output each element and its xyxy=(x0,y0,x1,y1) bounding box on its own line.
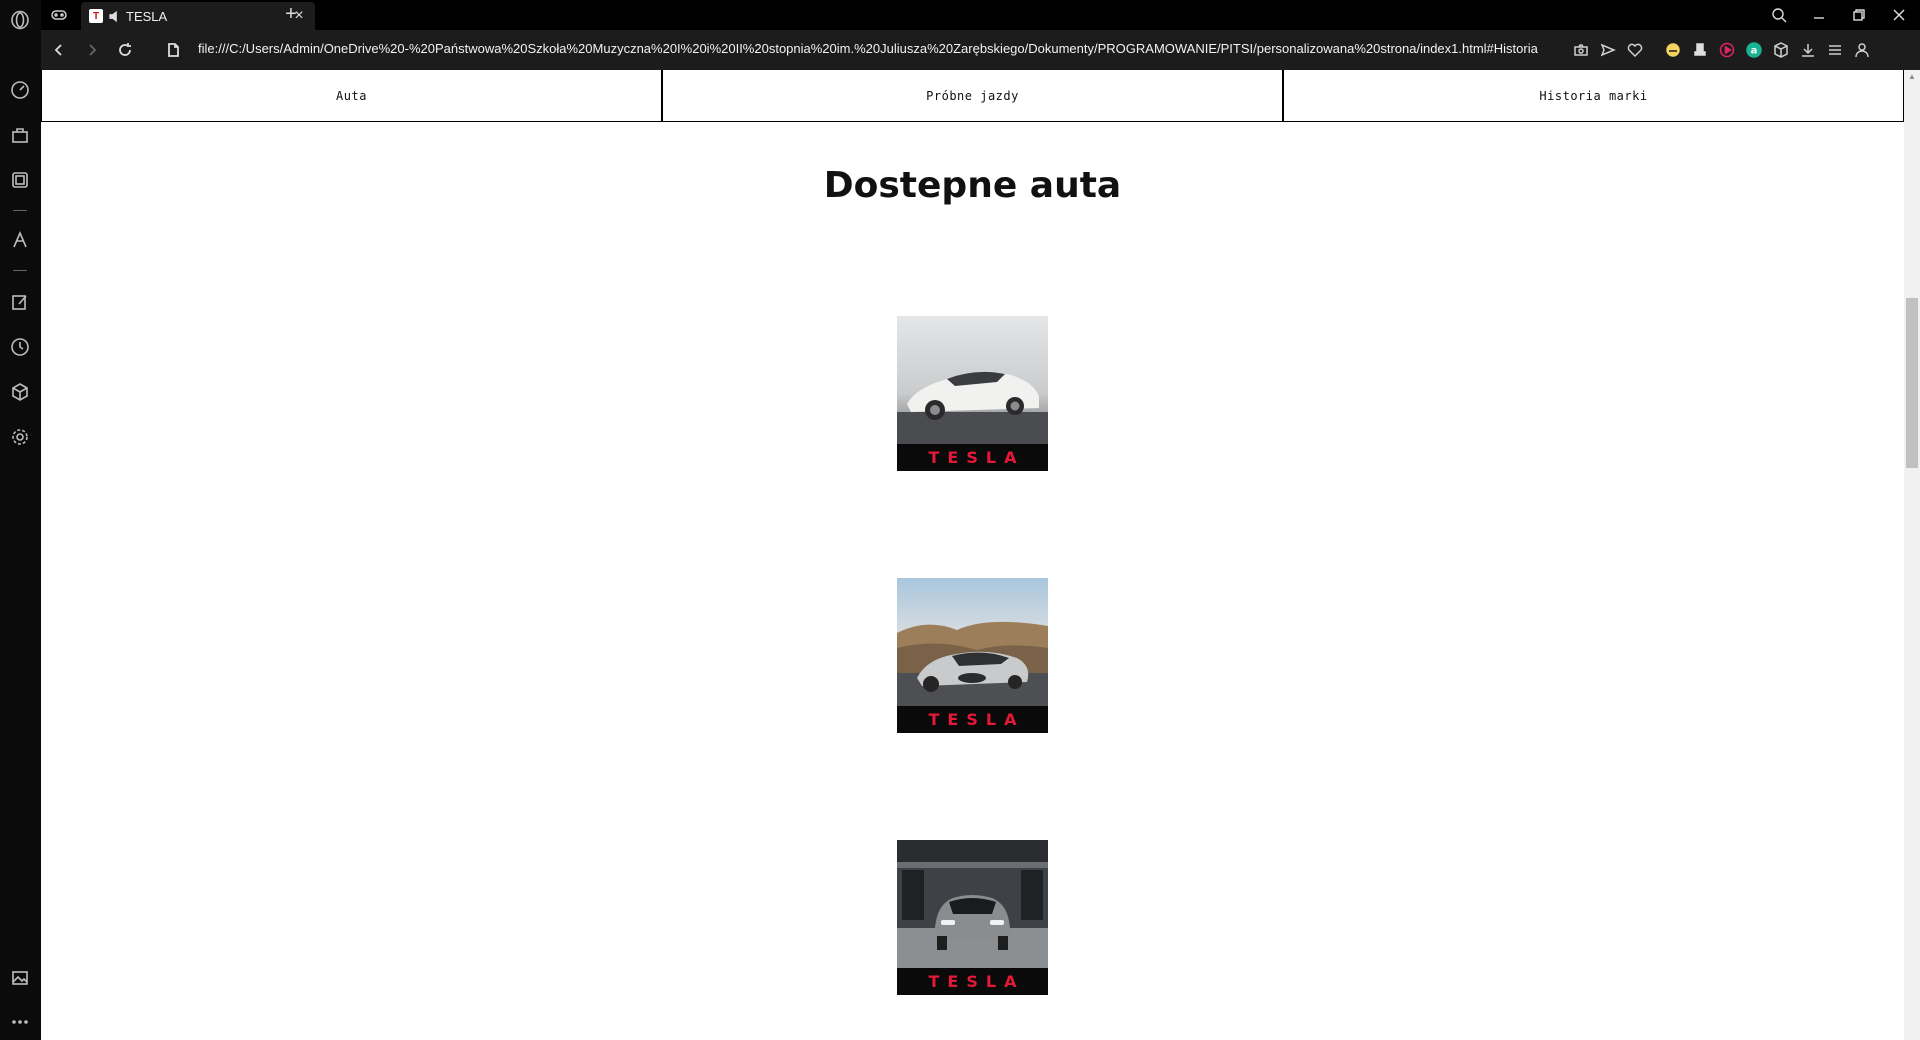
page-title: Dostepne auta xyxy=(823,165,1122,206)
car-image-1: TESLA xyxy=(897,316,1048,471)
tab-title: TESLA xyxy=(126,8,168,24)
site-navigation: Auta Próbne jazdy Historia marki xyxy=(41,70,1904,122)
car-photo xyxy=(897,840,1048,968)
browser-sidebar xyxy=(0,0,41,1040)
minimize-icon[interactable] xyxy=(1807,4,1831,26)
scrollbar-thumb[interactable] xyxy=(1906,298,1918,468)
snapshot-camera-icon[interactable] xyxy=(1571,40,1591,60)
page-scrollbar[interactable] xyxy=(1904,70,1920,1040)
extension-a-icon[interactable]: a xyxy=(1744,40,1764,60)
new-tab-button[interactable]: + xyxy=(279,2,303,26)
image-icon[interactable] xyxy=(8,966,32,990)
extension-stamp-icon[interactable] xyxy=(1690,40,1710,60)
address-bar: file:///C:/Users/Admin/OneDrive%20-%20Pa… xyxy=(41,30,1920,70)
tesla-logo: TESLA xyxy=(897,968,1048,995)
speaker-icon[interactable] xyxy=(108,9,122,23)
pinboard-icon[interactable] xyxy=(8,290,32,314)
car-photo xyxy=(897,578,1048,706)
car-photo xyxy=(897,316,1048,444)
nav-link-historia-marki[interactable]: Historia marki xyxy=(1283,70,1904,122)
settings-gear-icon[interactable] xyxy=(8,425,32,449)
extensions-cube-icon[interactable] xyxy=(1771,40,1791,60)
extensions-cube-icon[interactable] xyxy=(8,380,32,404)
scroll-up-icon[interactable]: ▲ xyxy=(1906,72,1918,82)
heart-icon[interactable] xyxy=(1625,40,1645,60)
speed-dial-icon[interactable] xyxy=(8,78,32,102)
nav-link-probne-jazdy[interactable]: Próbne jazdy xyxy=(662,70,1283,122)
easy-setup-icon[interactable] xyxy=(1825,40,1845,60)
history-icon[interactable] xyxy=(8,335,32,359)
url-input[interactable]: file:///C:/Users/Admin/OneDrive%20-%20Pa… xyxy=(198,41,1538,56)
web-page: Auta Próbne jazdy Historia marki Dostepn… xyxy=(41,70,1904,1040)
restore-icon[interactable] xyxy=(1847,4,1871,26)
car-image-2: TESLA xyxy=(897,578,1048,733)
tesla-logo-text: TESLA xyxy=(928,448,1025,467)
tesla-logo-text: TESLA xyxy=(928,972,1025,991)
aria-icon[interactable] xyxy=(8,228,32,252)
sidebar-divider xyxy=(13,270,27,271)
forward-icon[interactable] xyxy=(81,39,103,61)
sidebar-divider xyxy=(13,210,27,211)
extension-colorful-icon[interactable] xyxy=(1663,40,1683,60)
search-tabs-icon[interactable] xyxy=(1767,4,1791,26)
tesla-logo: TESLA xyxy=(897,444,1048,471)
more-dots-icon[interactable] xyxy=(8,1010,32,1034)
car-image-3: TESLA xyxy=(897,840,1048,995)
tesla-logo: TESLA xyxy=(897,706,1048,733)
download-icon[interactable] xyxy=(1798,40,1818,60)
close-window-icon[interactable] xyxy=(1887,4,1911,26)
reload-icon[interactable] xyxy=(114,39,136,61)
wallet-icon[interactable] xyxy=(8,168,32,192)
tab-bar: T TESLA × + xyxy=(41,0,1920,30)
extension-record-icon[interactable] xyxy=(1717,40,1737,60)
file-page-icon[interactable] xyxy=(162,39,184,61)
tesla-logo-text: TESLA xyxy=(928,710,1025,729)
opera-logo-icon[interactable] xyxy=(8,8,32,32)
tab-favicon-icon: T xyxy=(89,9,103,23)
send-icon[interactable] xyxy=(1598,40,1618,60)
shopping-bag-icon[interactable] xyxy=(8,123,32,147)
svg-text:a: a xyxy=(1751,46,1758,57)
profile-icon[interactable] xyxy=(1852,40,1872,60)
gamepad-icon[interactable] xyxy=(49,6,69,24)
back-icon[interactable] xyxy=(48,39,70,61)
nav-link-auta[interactable]: Auta xyxy=(41,70,662,122)
